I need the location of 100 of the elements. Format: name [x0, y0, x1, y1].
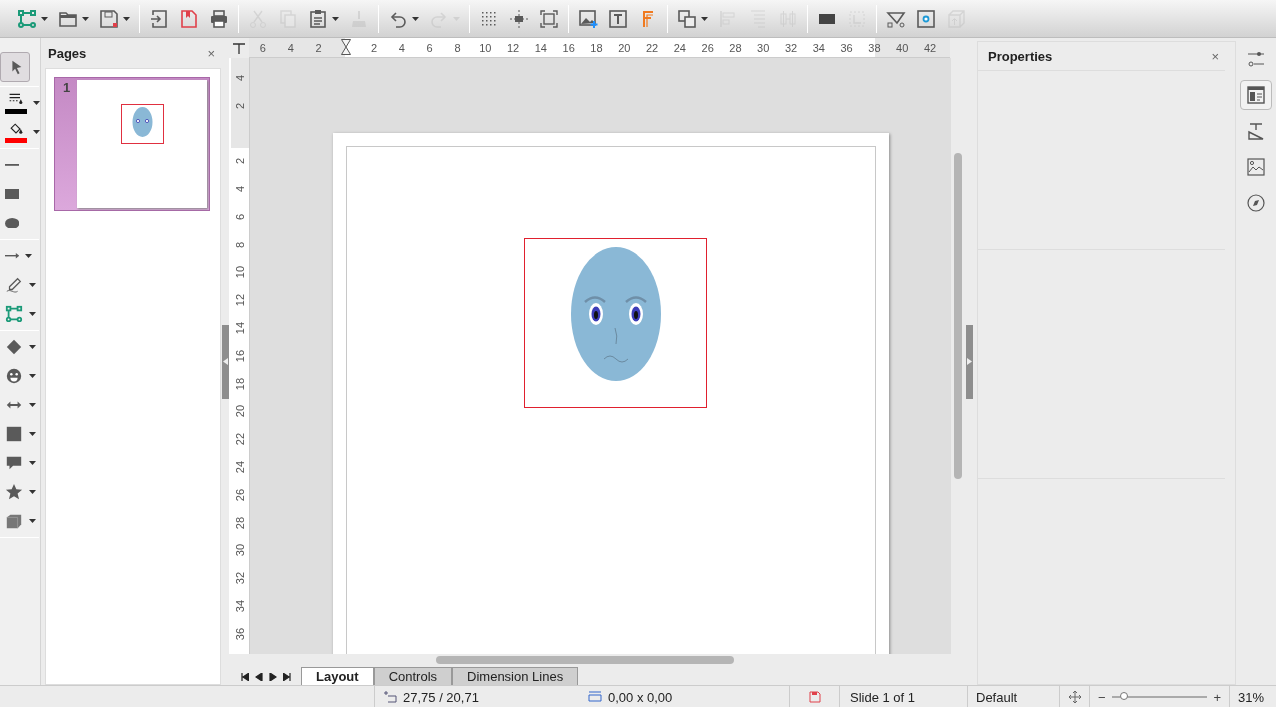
ruler-label: 2: [234, 102, 246, 109]
close-button[interactable]: ×: [1209, 48, 1221, 64]
face-thumbnail-drawing: [120, 104, 164, 144]
brush-icon: [349, 8, 369, 29]
caret-icon: [29, 432, 36, 436]
image-icon: [1246, 157, 1266, 177]
ruler-label: 14: [234, 321, 246, 335]
ruler-label: 10: [479, 41, 492, 54]
slide-thumbnail[interactable]: 1: [54, 77, 210, 211]
square-icon: [5, 425, 23, 443]
ruler-label: 30: [234, 544, 246, 557]
collapse-handle[interactable]: [965, 324, 973, 399]
panel-title: Properties: [988, 48, 1053, 64]
navigation-arrow-icon[interactable]: [281, 672, 293, 681]
ruler-label: 20: [234, 405, 246, 418]
ruler-label: 4: [234, 74, 246, 81]
size-icon: [588, 691, 602, 703]
layer-tab[interactable]: Layout: [301, 667, 374, 685]
compass-icon: [1246, 193, 1266, 213]
ruler-label: 26: [701, 41, 714, 54]
zoom-fit-icon: [539, 8, 559, 29]
distribute-icon: [778, 8, 798, 29]
ruler-label: 22: [645, 41, 659, 54]
print-icon: [209, 8, 229, 29]
ruler-label: 36: [234, 627, 246, 640]
zoom-slider-thumb[interactable]: [1120, 692, 1129, 700]
ruler-label: 28: [234, 516, 246, 529]
zoom-in-button[interactable]: +: [1213, 689, 1221, 705]
filled-rectangle-icon: [819, 13, 835, 24]
ruler-label: 24: [673, 41, 686, 54]
sliders-icon: [1246, 49, 1266, 69]
sidebar-tab[interactable]: [1240, 80, 1272, 110]
star-icon: [5, 483, 23, 501]
ruler-label: 14: [534, 41, 547, 54]
connector-icon: [5, 305, 23, 323]
ruler-label: 26: [234, 488, 246, 501]
horizontal-scrollbar[interactable]: [436, 656, 734, 664]
slide-number: 1: [63, 80, 72, 97]
copy-icon: [278, 8, 298, 29]
close-button[interactable]: ×: [205, 45, 217, 61]
ellipse-icon: [5, 217, 20, 229]
zoom-percentage: 31%: [1238, 689, 1265, 705]
ruler-label: 2: [315, 41, 322, 54]
collapse-handle[interactable]: [221, 324, 229, 399]
layer-tab[interactable]: Controls: [373, 667, 453, 685]
line-icon: [5, 164, 20, 166]
align-top-icon: [748, 8, 768, 29]
ruler-label: 42: [923, 41, 937, 54]
cursor-position: 27,75 / 20,71: [403, 689, 479, 705]
smiley-icon: [5, 367, 23, 385]
ruler-label: 8: [454, 41, 461, 54]
cube-icon: [5, 512, 23, 530]
document-modified-icon[interactable]: [808, 691, 821, 703]
ruler-label: 12: [234, 294, 246, 307]
caret-icon: [701, 16, 708, 21]
ruler-label: 24: [234, 460, 246, 474]
navigation-arrow-icon[interactable]: [239, 672, 251, 681]
indent-marker-icon[interactable]: [341, 38, 352, 55]
ruler-label: 2: [371, 41, 378, 54]
crop-icon: [847, 8, 867, 29]
navigation-arrow-icon[interactable]: [253, 672, 265, 681]
caret-icon: [29, 490, 36, 494]
caret-icon: [29, 312, 36, 316]
clipboard-icon: [308, 8, 328, 29]
ruler-label: 30: [757, 41, 770, 54]
text-style-icon: [1246, 121, 1266, 141]
page-layout-icon: [1246, 85, 1266, 105]
zoom-out-button[interactable]: −: [1098, 689, 1106, 705]
caret-icon: [29, 345, 36, 349]
ruler-label: 12: [506, 41, 520, 54]
arrow-icon: [5, 253, 20, 259]
paint-bucket-icon: [8, 121, 24, 137]
vertical-scrollbar[interactable]: [954, 153, 962, 479]
ruler-label: 32: [784, 41, 798, 54]
diamond-icon: [5, 338, 23, 356]
rectangle-icon: [5, 188, 20, 200]
box-icon: [946, 8, 966, 29]
ruler-label: 16: [234, 349, 246, 362]
pdf-document-icon: [179, 8, 199, 29]
ruler-label: 36: [840, 41, 853, 54]
caret-icon: [29, 461, 36, 465]
caret-icon: [123, 16, 130, 21]
navigation-arrow-icon[interactable]: [267, 672, 279, 681]
ruler-label: 22: [234, 433, 246, 446]
slide-counter: Slide 1 of 1: [850, 689, 916, 705]
selection-frame[interactable]: [524, 238, 707, 408]
ruler-label: 16: [562, 41, 575, 54]
ruler-label: 18: [234, 377, 246, 390]
face-drawing[interactable]: [571, 247, 661, 381]
ruler-label: 34: [234, 599, 246, 613]
scissors-icon: [248, 8, 268, 29]
caret-icon: [82, 16, 89, 21]
ruler-label: 28: [729, 41, 742, 54]
caret-icon: [41, 16, 48, 21]
master-slide-name: Default: [976, 689, 1018, 705]
caret-icon: [412, 16, 419, 21]
caret-icon: [29, 519, 36, 523]
caret-icon: [25, 254, 33, 258]
position-icon: [383, 691, 397, 703]
layer-tab[interactable]: Dimension Lines: [452, 667, 579, 685]
